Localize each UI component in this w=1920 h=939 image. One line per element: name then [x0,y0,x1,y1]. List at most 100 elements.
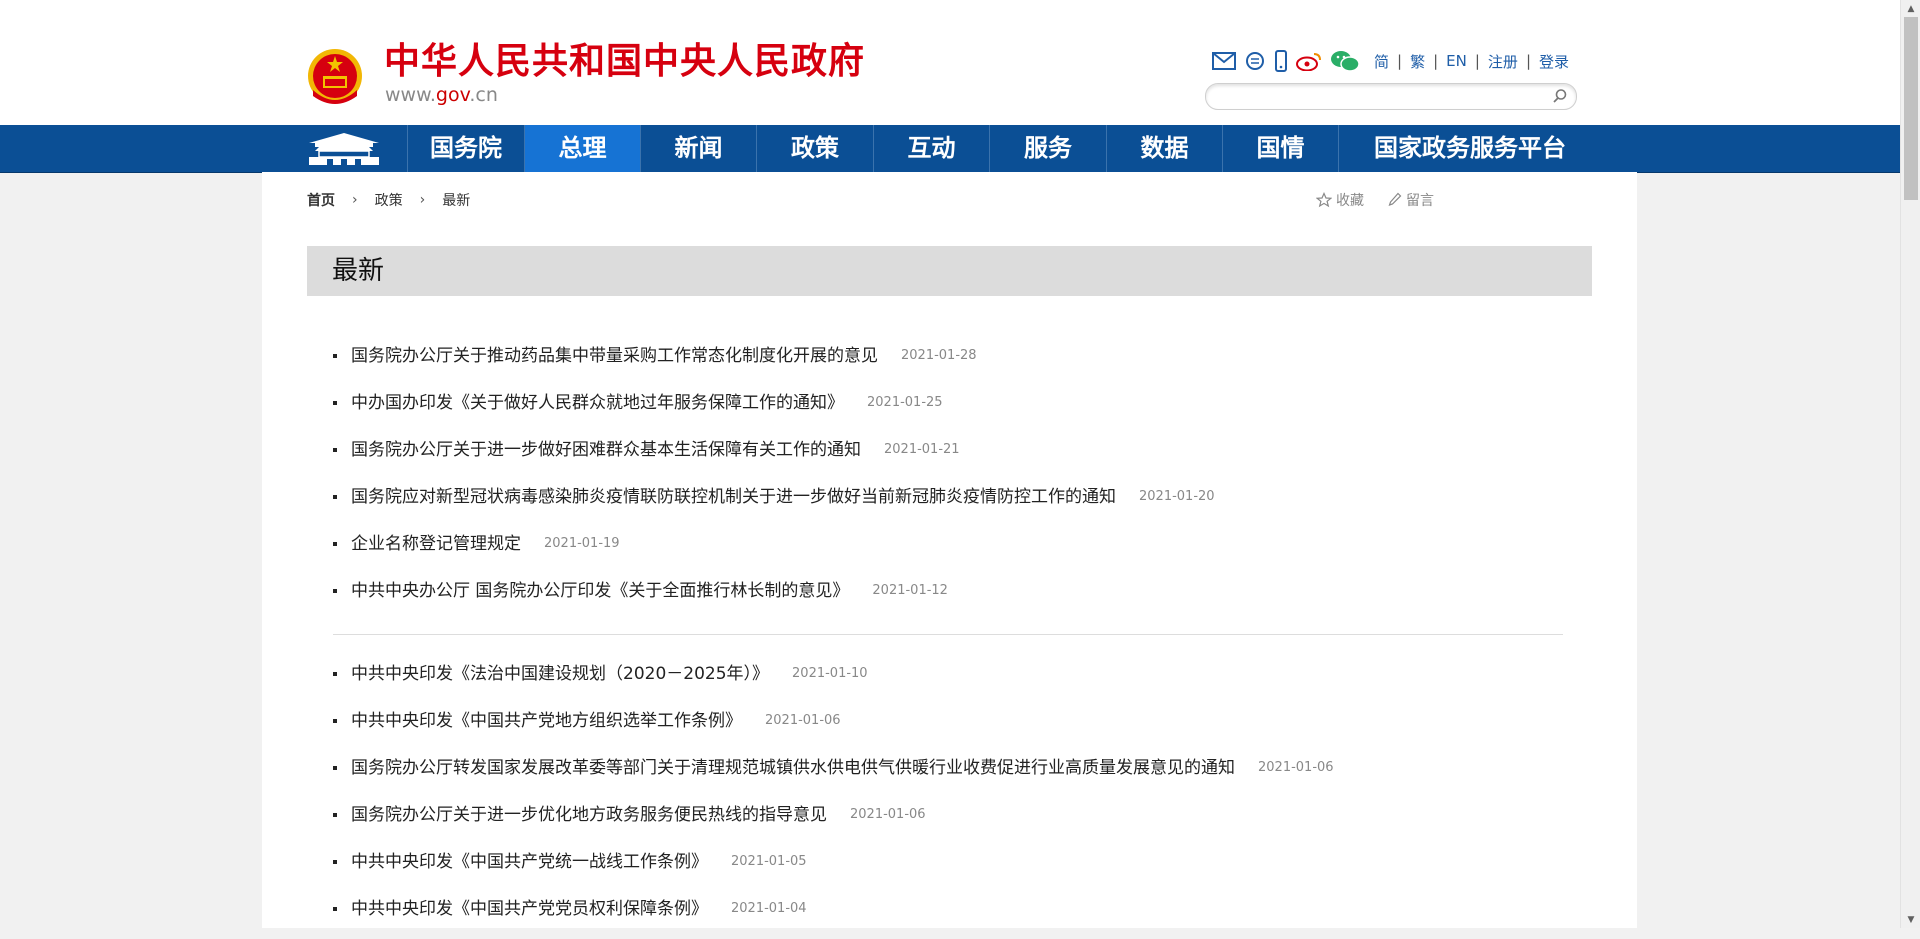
news-date: 2021-01-12 [872,583,948,598]
english-link[interactable]: EN [1446,52,1467,70]
news-title-link[interactable]: 国务院办公厅关于进一步做好困难群众基本生活保障有关工作的通知 [351,433,861,467]
news-title-link[interactable]: 中共中央办公厅 国务院办公厅印发《关于全面推行林长制的意见》 [351,574,849,608]
list-item: 国务院办公厅关于推动药品集中带量采购工作常态化制度化开展的意见 2021-01-2… [333,339,1563,386]
news-date: 2021-01-04 [731,901,807,916]
register-link[interactable]: 注册 [1488,51,1518,72]
site-header: 中华人民共和国中央人民政府 www.gov.cn 简 | 繁 | EN | 注册… [0,0,1900,125]
mobile-icon[interactable] [1274,50,1288,72]
breadcrumb: 首页 › 政策 › 最新 [307,190,470,210]
message-button[interactable]: 留言 [1388,190,1434,210]
search-box [1205,83,1577,110]
news-date: 2021-01-06 [850,807,926,822]
bullet-icon [333,542,337,546]
scroll-thumb[interactable] [1904,17,1918,200]
news-title-link[interactable]: 中共中央印发《中国共产党统一战线工作条例》 [351,845,708,879]
news-date: 2021-01-28 [901,348,977,363]
list-item: 企业名称登记管理规定 2021-01-19 [333,527,1563,574]
tiananmen-icon[interactable] [305,129,383,167]
site-domain: www.gov.cn [385,84,498,106]
favorite-label: 收藏 [1336,193,1364,209]
bullet-icon [333,907,337,911]
share-icons [1212,49,1360,73]
news-title-link[interactable]: 中共中央印发《中国共产党地方组织选举工作条例》 [351,704,742,738]
news-date: 2021-01-20 [1139,489,1215,504]
top-links: 简 | 繁 | EN | 注册 | 登录 [1374,50,1569,72]
news-date: 2021-01-19 [544,536,620,551]
list-item: 中办国办印发《关于做好人民群众就地过年服务保障工作的通知》 2021-01-25 [333,386,1563,433]
link-separator: | [1397,52,1403,70]
list-item: 中共中央印发《法治中国建设规划（2020－2025年）》 2021-01-10 [333,657,1563,704]
nav-item-policy[interactable]: 政策 [756,125,873,172]
section-header: 最新 [307,246,1592,296]
news-date: 2021-01-06 [765,713,841,728]
nav-item-premier[interactable]: 总理 [524,125,640,172]
message-icon[interactable] [1244,51,1266,71]
nav-item-service[interactable]: 服务 [989,125,1106,172]
chevron-right-icon: › [352,192,358,208]
breadcrumb-policy[interactable]: 政策 [375,190,403,210]
weibo-icon[interactable] [1296,51,1322,71]
nav-item-state-council[interactable]: 国务院 [407,125,524,172]
section-title: 最新 [332,256,385,286]
mail-icon[interactable] [1212,52,1236,70]
login-link[interactable]: 登录 [1539,51,1569,72]
breadcrumb-latest[interactable]: 最新 [442,190,470,210]
bullet-icon [333,719,337,723]
page-scrollbar[interactable]: ▲ ▼ [1900,0,1920,928]
list-item: 中共中央印发《中国共产党地方组织选举工作条例》 2021-01-06 [333,704,1563,751]
site-domain-prefix: www. [385,84,436,106]
news-title-link[interactable]: 中办国办印发《关于做好人民群众就地过年服务保障工作的通知》 [351,386,844,420]
list-item: 国务院办公厅关于进一步做好困难群众基本生活保障有关工作的通知 2021-01-21 [333,433,1563,480]
news-title-link[interactable]: 国务院办公厅关于进一步优化地方政务服务便民热线的指导意见 [351,798,827,832]
scroll-up-arrow-icon[interactable]: ▲ [1901,0,1920,17]
news-title-link[interactable]: 企业名称登记管理规定 [351,527,521,561]
nav-item-gov-service-platform[interactable]: 国家政务服务平台 [1338,125,1601,172]
bullet-icon [333,401,337,405]
main-nav: 国务院 总理 新闻 政策 互动 服务 数据 国情 国家政务服务平台 [0,125,1900,173]
search-input[interactable] [1216,86,1540,108]
nav-items: 国务院 总理 新闻 政策 互动 服务 数据 国情 国家政务服务平台 [407,125,1601,172]
message-label: 留言 [1406,193,1434,209]
pencil-icon [1388,192,1402,206]
favorite-button[interactable]: 收藏 [1316,190,1364,210]
nav-item-data[interactable]: 数据 [1106,125,1222,172]
breadcrumb-home[interactable]: 首页 [307,190,335,210]
news-date: 2021-01-25 [867,395,943,410]
simplified-chinese-link[interactable]: 简 [1374,51,1389,72]
news-title-link[interactable]: 中共中央印发《中国共产党党员权利保障条例》 [351,892,708,926]
news-title-link[interactable]: 国务院办公厅转发国家发展改革委等部门关于清理规范城镇供水供电供气供暖行业收费促进… [351,751,1235,785]
nav-item-news[interactable]: 新闻 [640,125,756,172]
link-separator: | [1433,52,1439,70]
news-date: 2021-01-10 [792,666,868,681]
bullet-icon [333,860,337,864]
news-list-group-1: 国务院办公厅关于推动药品集中带量采购工作常态化制度化开展的意见 2021-01-2… [333,339,1563,621]
news-date: 2021-01-05 [731,854,807,869]
site-title[interactable]: 中华人民共和国中央人民政府 [384,40,865,84]
news-title-link[interactable]: 国务院应对新型冠状病毒感染肺炎疫情联防联控机制关于进一步做好当前新冠肺炎疫情防控… [351,480,1116,514]
bullet-icon [333,495,337,499]
list-item: 国务院办公厅转发国家发展改革委等部门关于清理规范城镇供水供电供气供暖行业收费促进… [333,751,1563,798]
search-icon[interactable] [1552,88,1568,104]
list-item: 中共中央办公厅 国务院办公厅印发《关于全面推行林长制的意见》 2021-01-12 [333,574,1563,621]
news-title-link[interactable]: 中共中央印发《法治中国建设规划（2020－2025年）》 [351,657,769,691]
bullet-icon [333,766,337,770]
chevron-right-icon: › [419,192,426,208]
scroll-down-arrow-icon[interactable]: ▼ [1901,911,1920,928]
page-tools: 收藏 留言 [1316,189,1434,211]
link-separator: | [1525,52,1531,70]
traditional-chinese-link[interactable]: 繁 [1410,51,1425,72]
link-separator: | [1474,52,1480,70]
national-emblem-icon[interactable] [305,46,365,108]
site-domain-main: gov [435,84,470,106]
nav-item-national-info[interactable]: 国情 [1222,125,1338,172]
bullet-icon [333,813,337,817]
site-domain-suffix: .cn [469,84,498,106]
list-item: 国务院办公厅关于进一步优化地方政务服务便民热线的指导意见 2021-01-06 [333,798,1563,845]
wechat-icon[interactable] [1330,50,1360,72]
star-icon [1316,192,1332,208]
bullet-icon [333,672,337,676]
news-title-link[interactable]: 国务院办公厅关于推动药品集中带量采购工作常态化制度化开展的意见 [351,339,878,373]
bullet-icon [333,448,337,452]
list-item: 中共中央印发《中国共产党党员权利保障条例》 2021-01-04 [333,892,1563,939]
nav-item-interaction[interactable]: 互动 [873,125,989,172]
